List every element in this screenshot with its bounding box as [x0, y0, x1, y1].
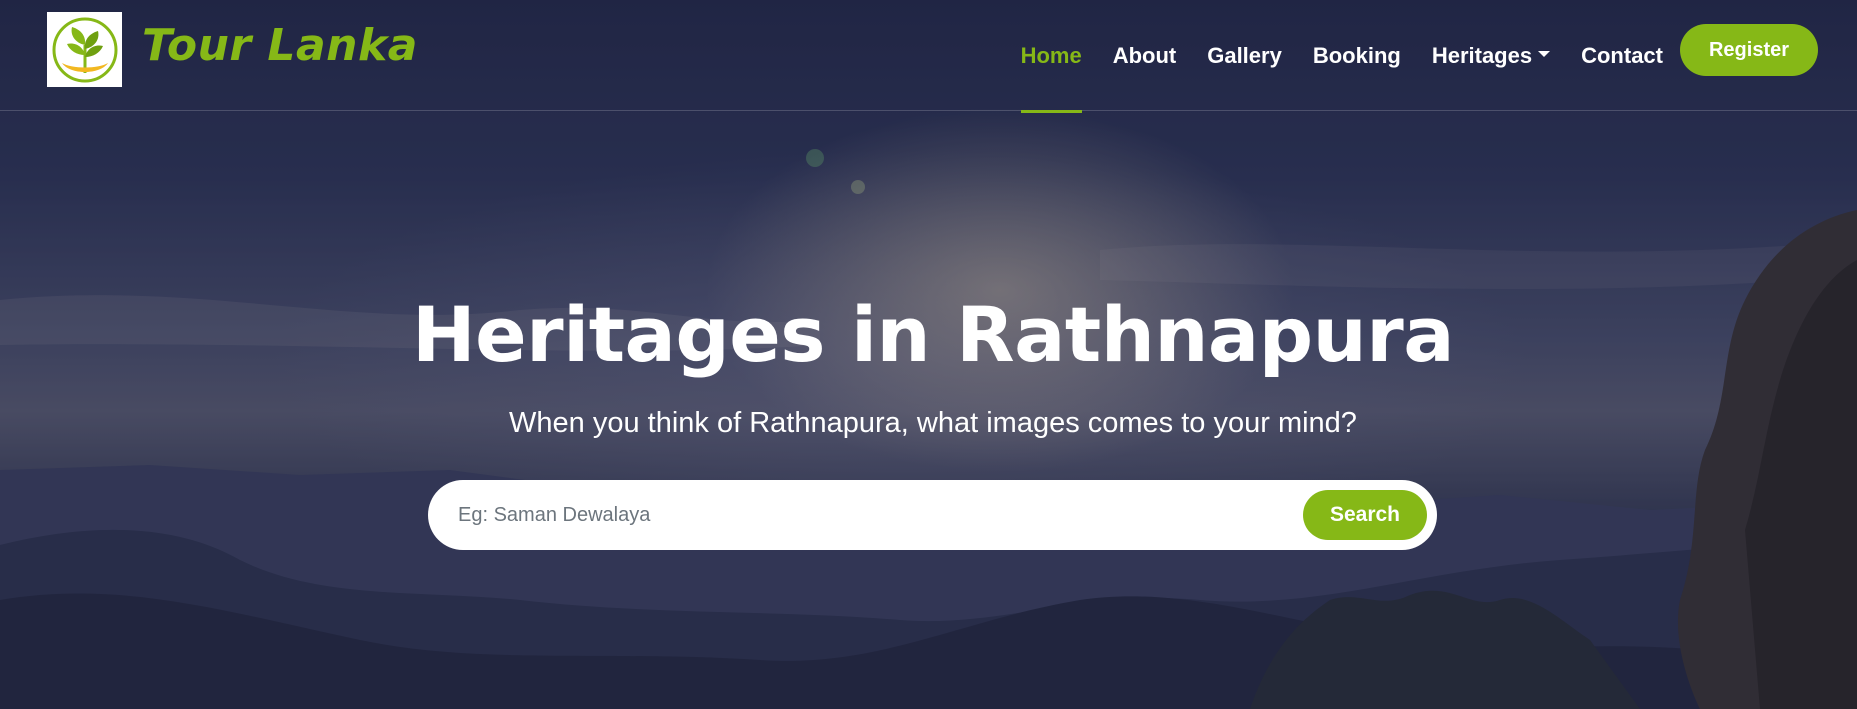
search-button[interactable]: Search — [1303, 490, 1427, 540]
nav-item-label: Gallery — [1207, 42, 1282, 68]
nav-item-booking[interactable]: Booking — [1313, 0, 1401, 111]
logo[interactable] — [47, 12, 122, 87]
nav-item-home[interactable]: Home — [1020, 0, 1082, 113]
nav-item-label: Home — [1020, 42, 1082, 68]
nav-item-heritages-dropdown[interactable]: Heritages — [1431, 0, 1551, 111]
search-input[interactable] — [458, 495, 1278, 535]
nav-item-label: Contact — [1581, 42, 1663, 68]
brand-name[interactable]: Tour Lanka — [142, 20, 418, 71]
hero-title: Heritages in Rathnapura — [412, 290, 1454, 379]
nav-item-label: Heritages — [1431, 42, 1533, 68]
leaf-sprout-icon — [52, 17, 117, 82]
hero-subtitle: When you think of Rathnapura, what image… — [509, 407, 1357, 439]
search-bar: Search — [428, 480, 1437, 550]
nav-links: Home About Gallery Booking Heritages Con… — [990, 0, 1663, 113]
nav-item-about[interactable]: About — [1113, 0, 1177, 111]
nav-item-label: About — [1112, 42, 1177, 68]
caret-down-icon — [1538, 50, 1551, 57]
brand[interactable]: Tour Lanka — [47, 12, 418, 87]
nav-item-contact[interactable]: Contact — [1581, 0, 1663, 111]
navbar: Tour Lanka Home About Gallery Booking He… — [0, 0, 1857, 113]
register-button[interactable]: Register — [1680, 24, 1818, 76]
nav-item-label: Booking — [1312, 42, 1401, 68]
nav-item-gallery[interactable]: Gallery — [1207, 0, 1282, 111]
